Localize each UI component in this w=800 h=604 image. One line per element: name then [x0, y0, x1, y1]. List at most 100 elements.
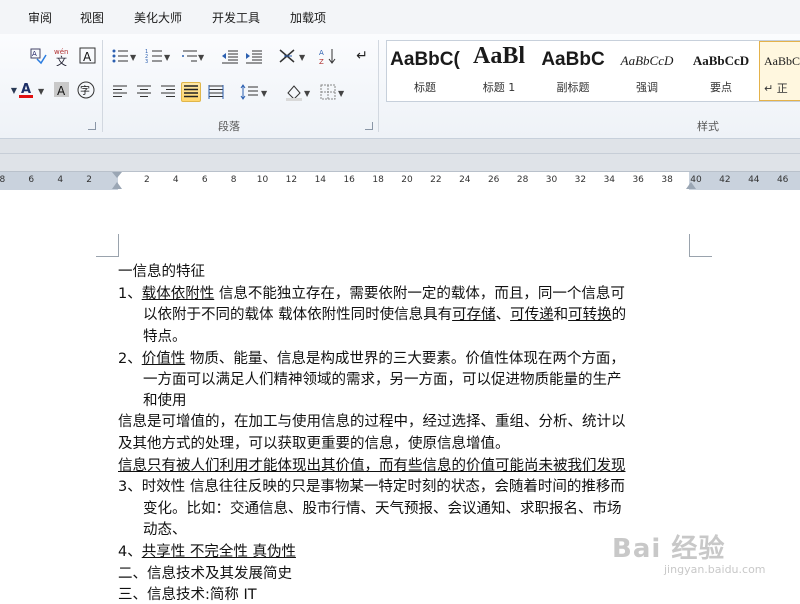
borders-caret-icon[interactable]: ▼ [338, 89, 344, 98]
paragraph-dialog-launcher-icon[interactable] [365, 122, 373, 130]
character-shading-icon[interactable]: A [52, 80, 72, 100]
ruler-number: 10 [256, 175, 269, 185]
svg-text:A: A [83, 50, 92, 64]
heading-info-characteristics: 一信息的特征 [118, 264, 205, 280]
asian-layout-caret-icon[interactable]: ▼ [299, 53, 305, 62]
list-number: 1、 [118, 286, 142, 302]
font-color-icon[interactable]: A [16, 80, 36, 100]
hanging-indent-marker-icon[interactable] [112, 182, 122, 189]
enclosed-character-icon[interactable]: 字 [76, 80, 96, 100]
line-spacing-icon[interactable] [240, 82, 260, 102]
tab-beautify-master[interactable]: 美化大师 [134, 9, 182, 26]
align-right-icon[interactable] [158, 82, 178, 102]
align-center-icon[interactable] [134, 82, 154, 102]
list-item-4: 4、共享性 不完全性 真伪性 [118, 540, 296, 561]
font-dialog-launcher-icon[interactable] [88, 122, 96, 130]
term-transferable: 可传递 [510, 307, 554, 323]
ruler-number: 12 [285, 175, 298, 185]
terms-sharing-incompleteness-authenticity: 共享性 不完全性 真伪性 [141, 544, 296, 560]
svg-text:A: A [319, 49, 324, 57]
style-heading-1[interactable]: AaBl 标题 1 [463, 41, 535, 99]
style-normal[interactable]: AaBbCc ↵ 正 [759, 41, 800, 101]
tab-add-ins[interactable]: 加载项 [290, 9, 326, 26]
increase-indent-icon[interactable] [244, 46, 264, 66]
distributed-align-icon[interactable] [206, 82, 226, 102]
svg-text:Z: Z [319, 58, 324, 65]
paragraph-underlined-value: 信息只有被人们利用才能体现出其价值，而有些信息的价值可能尚未被我们发现 [118, 458, 626, 474]
item-text: 信息不能独立存在，需要依附一定的载体，而且，同一个信息可 [214, 286, 625, 302]
group-label-styles: 样式 [697, 120, 719, 133]
ruler-number: 6 [201, 175, 208, 185]
tab-developer[interactable]: 开发工具 [212, 9, 260, 26]
numbering-caret-icon[interactable]: ▼ [164, 53, 170, 62]
asian-layout-icon[interactable] [278, 46, 298, 66]
style-preview: AaBbC( [390, 49, 460, 70]
bullets-caret-icon[interactable]: ▼ [130, 53, 136, 62]
item-text: 、 [495, 307, 511, 323]
font-color-caret-icon[interactable]: ▼ [38, 87, 44, 96]
shading-caret-icon[interactable]: ▼ [304, 89, 310, 98]
style-name: 强调 [636, 81, 658, 94]
list-item-2-line2: 一方面可以满足人们精神领域的需求，另一方面，可以促进物质能量的生产 [143, 372, 622, 388]
horizontal-ruler[interactable]: 8 6 4 2 2 4 6 8 10 12 14 16 18 20 22 24 26 28 30 32 34 36 38 40… [0, 171, 800, 191]
style-title[interactable]: AaBbC( 标题 [389, 41, 461, 99]
ruler-number: 24 [459, 175, 471, 185]
baidu-jingyan-watermark: Bai 经验 jingyan.baidu.com [612, 528, 766, 576]
item-text: 物质、能量、信息是构成世界的三大要素。价值性体现在两个方面， [185, 351, 625, 367]
ruler-number: 36 [632, 175, 644, 185]
borders-icon[interactable] [318, 82, 338, 102]
styles-gallery: AaBbC( 标题 AaBl 标题 1 AaBbC 副标题 AaBbCcD 强调… [386, 40, 800, 102]
wen-phonetic-icon[interactable]: wén 文 [54, 46, 74, 66]
phonetic-guide-icon[interactable]: A [28, 46, 48, 66]
decrease-indent-icon[interactable] [220, 46, 240, 66]
ruler-number: 20 [401, 175, 413, 185]
term-value: 价值性 [141, 351, 186, 367]
style-emphasis[interactable]: AaBbCcD 强调 [611, 41, 683, 99]
list-item-3-line3: 动态、 [143, 522, 187, 538]
shading-icon[interactable] [284, 82, 304, 102]
ruler-band [0, 139, 800, 171]
multilevel-list-icon[interactable] [180, 46, 200, 66]
character-border-icon[interactable]: A [78, 46, 98, 66]
ruler-number: 42 [719, 175, 731, 185]
show-paragraph-marks-icon[interactable]: ↵ [352, 46, 372, 66]
margin-corner-mark [689, 234, 712, 257]
item-text: 的 [611, 307, 627, 323]
ruler-number: 30 [545, 175, 558, 185]
style-name: 副标题 [556, 81, 590, 94]
numbering-icon[interactable]: 123 [144, 46, 164, 66]
ruler-number: 2 [144, 175, 150, 185]
style-name: ↵ 正 [764, 82, 788, 95]
ruler-number: 44 [748, 175, 760, 185]
term-carrier-dependence: 载体依附性 [141, 286, 215, 302]
svg-text:3: 3 [145, 59, 148, 64]
tab-review[interactable]: 审阅 [28, 9, 52, 26]
sort-icon[interactable]: AZ [318, 46, 338, 66]
margin-corner-mark [96, 234, 119, 257]
style-name: 标题 1 [482, 81, 516, 94]
justify-icon[interactable] [181, 82, 201, 102]
bullets-icon[interactable] [110, 46, 130, 66]
right-indent-marker-icon[interactable] [686, 182, 696, 189]
list-number: 3、 [118, 479, 142, 495]
tab-view[interactable]: 视图 [80, 9, 104, 26]
align-left-icon[interactable] [110, 82, 130, 102]
heading-it-definition: 三、信息技术:简称 IT [118, 587, 257, 603]
list-item-1-line2: 以依附于不同的载体 载体依附性同时使信息具有可存储、可传递和可转换的 [143, 303, 626, 324]
paragraph-value-added: 信息是可增值的，在加工与使用信息的过程中，经过选择、重组、分析、统计以 [118, 414, 626, 430]
style-strong[interactable]: AaBbCcD 要点 [685, 41, 757, 99]
line-spacing-caret-icon[interactable]: ▼ [261, 89, 267, 98]
ruler-number: 8 [0, 175, 6, 185]
first-line-indent-marker-icon[interactable] [112, 172, 122, 178]
ruler-number: 22 [430, 175, 442, 185]
style-subtitle[interactable]: AaBbC 副标题 [537, 41, 609, 99]
ruler-number: 6 [28, 175, 35, 185]
ribbon-tab-bar: 审阅 视图 美化大师 开发工具 加载项 [0, 0, 800, 35]
ruler-number: 4 [57, 175, 64, 185]
list-item-2: 2、价值性 物质、能量、信息是构成世界的三大要素。价值性体现在两个方面， [118, 347, 625, 368]
list-item-1-line3: 特点。 [143, 329, 187, 345]
ruler-number: 16 [343, 175, 355, 185]
ruler-number: 4 [172, 175, 179, 185]
multilevel-caret-icon[interactable]: ▼ [198, 53, 204, 62]
ruler-number: 26 [487, 175, 500, 185]
